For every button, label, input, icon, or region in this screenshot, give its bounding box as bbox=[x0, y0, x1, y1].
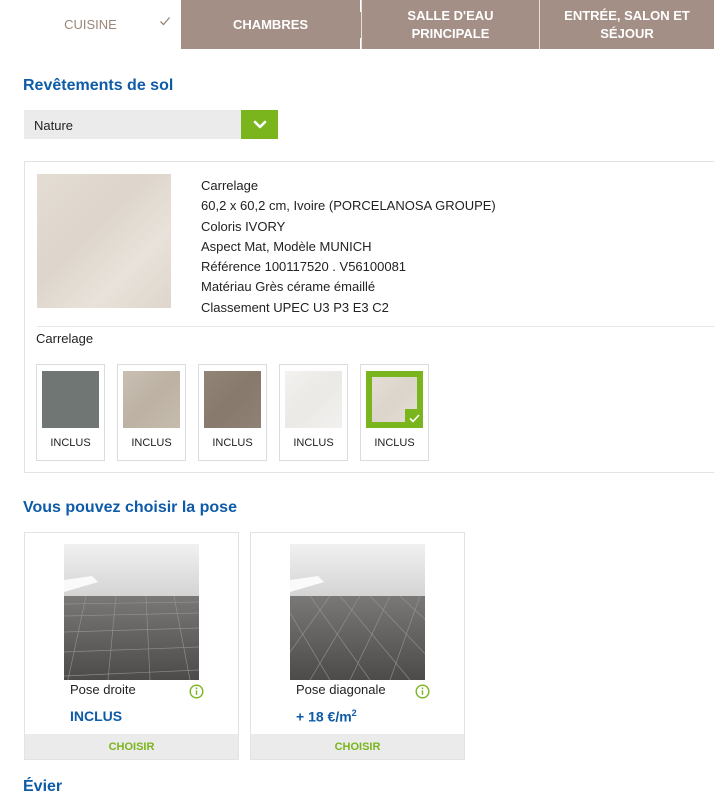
product-aspect: Aspect Mat, Modèle MUNICH bbox=[201, 238, 372, 254]
tile-option-selected[interactable]: INCLUS bbox=[360, 364, 429, 461]
tile-price-label: INCLUS bbox=[131, 437, 172, 449]
sink-title: Évier bbox=[23, 778, 63, 794]
chevron-down-icon[interactable] bbox=[241, 110, 278, 139]
tile-option[interactable]: INCLUS bbox=[279, 364, 348, 461]
pose-diagonale-image bbox=[290, 544, 425, 680]
tile-options: INCLUS INCLUS INCLUS INCLUS INCLUS bbox=[36, 364, 429, 461]
tile-price-label: INCLUS bbox=[50, 437, 91, 449]
product-panel: Carrelage 60,2 x 60,2 cm, Ivoire (PORCEL… bbox=[24, 161, 714, 473]
tile-choice-label: Carrelage bbox=[36, 331, 94, 346]
tab-cuisine-label: CUISINE bbox=[64, 16, 117, 32]
tile-price-label: INCLUS bbox=[374, 437, 415, 449]
tab-chambres-label: CHAMBRES bbox=[232, 16, 309, 32]
tab-cuisine[interactable]: CUISINE bbox=[0, 0, 181, 49]
flooring-select-value: Nature bbox=[34, 118, 74, 133]
tile-swatch bbox=[204, 371, 261, 428]
tab-entree-salon[interactable]: ENTRÉE, SALON ET SÉJOUR bbox=[539, 0, 714, 49]
product-material: Matériau Grès cérame émaillé bbox=[201, 279, 376, 295]
check-icon bbox=[405, 409, 423, 428]
info-icon[interactable] bbox=[415, 684, 430, 699]
pose-card-diagonale: Pose diagonale + 18 €/m2 CHOISIR bbox=[250, 532, 465, 760]
pose-droite-image bbox=[64, 544, 199, 680]
tile-swatch bbox=[285, 371, 342, 428]
panel-divider bbox=[37, 326, 714, 327]
choose-pose-diagonale-button[interactable]: CHOISIR bbox=[251, 734, 464, 759]
pose-title: Vous pouvez choisir la pose bbox=[23, 499, 237, 516]
pose-diagonale-price: + 18 €/m2 bbox=[296, 708, 357, 725]
tile-swatch bbox=[42, 371, 99, 428]
tile-price-label: INCLUS bbox=[212, 437, 253, 449]
product-details: Carrelage 60,2 x 60,2 cm, Ivoire (PORCEL… bbox=[201, 176, 496, 318]
choose-pose-droite-button[interactable]: CHOISIR bbox=[25, 734, 238, 759]
pose-diagonale-price-value: + 18 €/m bbox=[296, 708, 352, 725]
tab-entree-salon-label: ENTRÉE, SALON ET SÉJOUR bbox=[564, 7, 690, 41]
flooring-select[interactable]: Nature bbox=[24, 110, 278, 139]
pose-droite-price-value: INCLUS bbox=[70, 708, 123, 724]
product-type: Carrelage bbox=[201, 178, 259, 193]
pose-droite-price: INCLUS bbox=[70, 708, 122, 724]
product-color: Coloris IVORY bbox=[201, 218, 286, 234]
product-size: 60,2 x 60,2 cm, Ivoire (PORCELANOSA GROU… bbox=[201, 198, 496, 214]
pose-card-droite: Pose droite INCLUS CHOISIR bbox=[24, 532, 239, 760]
pose-diagonale-name: Pose diagonale bbox=[296, 682, 386, 697]
product-reference: Référence 100117520 . V56100081 bbox=[201, 259, 407, 275]
price-unit-exponent: 2 bbox=[351, 708, 357, 718]
product-swatch-image bbox=[37, 174, 171, 308]
tile-price-label: INCLUS bbox=[293, 437, 334, 449]
flooring-title: Revêtements de sol bbox=[23, 77, 174, 94]
tab-chambres[interactable]: CHAMBRES bbox=[181, 0, 360, 49]
check-icon bbox=[160, 17, 170, 26]
info-icon[interactable] bbox=[189, 684, 204, 699]
tab-salle-deau-label: SALLE D'EAU PRINCIPALE bbox=[407, 7, 494, 41]
room-tabs: CUISINE CHAMBRES SALLE D'EAU PRINCIPALE … bbox=[0, 0, 714, 49]
tile-option[interactable]: INCLUS bbox=[36, 364, 105, 461]
product-classification: Classement UPEC U3 P3 E3 C2 bbox=[201, 299, 389, 315]
tab-salle-deau[interactable]: SALLE D'EAU PRINCIPALE bbox=[361, 0, 539, 49]
pose-droite-name: Pose droite bbox=[70, 682, 136, 697]
tile-swatch bbox=[123, 371, 180, 428]
tile-option[interactable]: INCLUS bbox=[198, 364, 267, 461]
tile-option[interactable]: INCLUS bbox=[117, 364, 186, 461]
